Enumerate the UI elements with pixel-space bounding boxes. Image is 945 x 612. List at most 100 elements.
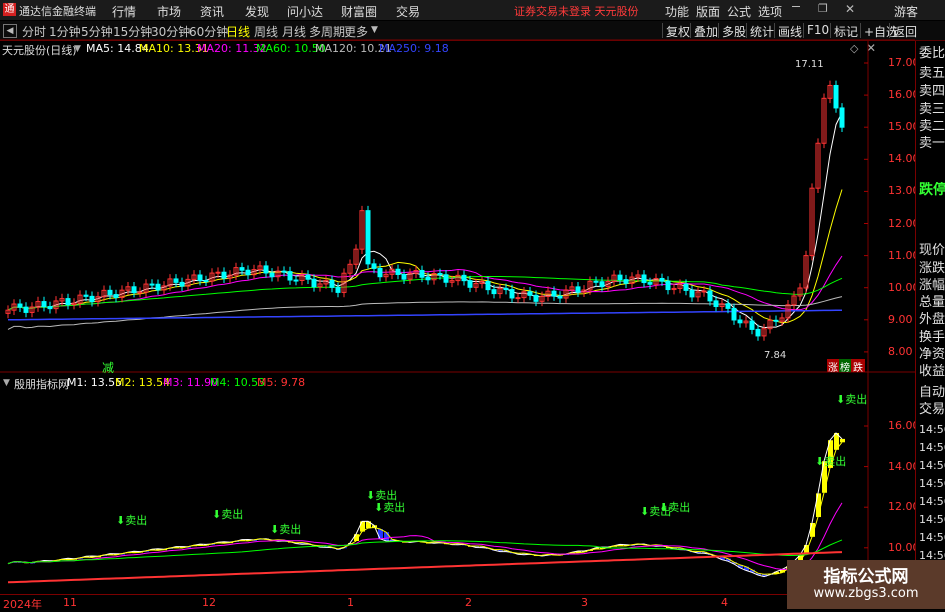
candle-body [149, 283, 155, 286]
candle-body [89, 295, 95, 303]
candle-body [377, 267, 383, 278]
candle-body [113, 294, 119, 299]
candle-body [575, 286, 581, 293]
candle-body [515, 297, 521, 300]
candle-body [557, 295, 563, 299]
sidebar-sell5: 卖五 [919, 66, 945, 81]
candle-body [617, 274, 623, 281]
watermark-banner: 指标公式网 www.zbgs3.com [787, 560, 945, 609]
candle-body [287, 271, 293, 281]
candle-body [83, 294, 89, 297]
candle-body [731, 307, 737, 321]
candle-body [305, 274, 311, 280]
candle-body [131, 286, 137, 294]
sell-signal: ⬇卖出 [836, 393, 868, 406]
candle-body [593, 280, 599, 283]
sidebar-time: 14:56 [919, 459, 945, 472]
candle-body [215, 271, 221, 274]
candle-body [503, 287, 509, 291]
ma250-line [7, 309, 843, 321]
xaxis-label: 12 [202, 596, 216, 609]
candle-body [707, 290, 713, 302]
sidebar-limit-status: 跌停 [919, 182, 945, 198]
candle-body [443, 274, 449, 283]
candle-body [197, 274, 203, 282]
candle-body [365, 210, 371, 265]
candle-body [179, 281, 185, 287]
xaxis-label: 11 [63, 596, 77, 609]
price-axis-label: 9.00 [888, 312, 913, 326]
candle-body [107, 289, 113, 296]
sidebar-change: 涨跌 [919, 261, 945, 276]
date-axis [0, 594, 914, 610]
sidebar-earnings: 收益 [919, 364, 945, 379]
candle-body [203, 280, 209, 283]
sidebar-ratio: 委比 [919, 46, 945, 61]
ma5-line [7, 112, 843, 329]
candle-body [335, 286, 341, 293]
watermark-title: 指标公式网 [823, 567, 909, 587]
low-price-label: 7.84 [764, 350, 787, 361]
sidebar-volume: 总量 [919, 295, 945, 310]
candle-body [281, 270, 287, 273]
candle-body [173, 278, 179, 283]
candle-body [467, 280, 473, 288]
candle-body [833, 84, 839, 109]
candle-body [137, 291, 143, 294]
candle-body [23, 306, 29, 313]
candle-body [623, 279, 629, 284]
sidebar-time: 14:56 [919, 495, 945, 508]
candle-body [533, 294, 539, 302]
candle-body [401, 273, 407, 280]
sidebar-sell3: 卖三 [919, 102, 945, 117]
candle-body [485, 280, 491, 291]
sidebar-sell4: 卖四 [919, 84, 945, 99]
sell-signal: ⬇卖出 [374, 501, 406, 514]
candle-body [371, 263, 377, 269]
candle-body [599, 281, 605, 288]
sidebar-time: 14:56 [919, 513, 945, 526]
candle-body [425, 276, 431, 281]
price-axis-label: 8.00 [888, 344, 913, 358]
candle-body [461, 274, 467, 282]
sidebar-auto[interactable]: 自动 [919, 385, 945, 401]
sidebar-change-pct: 涨幅 [919, 278, 945, 293]
candle-body [437, 273, 443, 276]
sidebar-time: 14:56 [919, 423, 945, 436]
candle-body [221, 271, 227, 279]
xaxis-label: 2 [465, 596, 472, 609]
sidebar-time: 14:56 [919, 441, 945, 454]
candle-body [263, 265, 269, 274]
xaxis-label: 1 [347, 596, 354, 609]
sidebar-outer: 外盘 [919, 312, 945, 327]
candle-body [245, 269, 251, 276]
candle-body [41, 301, 47, 308]
candle-body [17, 303, 23, 308]
sidebar-time: 14:56 [919, 531, 945, 544]
sidebar-price: 现价 [919, 243, 945, 258]
candle-body [65, 298, 71, 306]
sell-signal: ⬇卖出 [212, 508, 244, 521]
sidebar-sell2: 卖二 [919, 119, 945, 134]
candle-body [689, 289, 695, 298]
candle-body [527, 291, 533, 296]
candle-body [509, 289, 515, 299]
candle-body [725, 303, 731, 309]
candle-body [155, 283, 161, 291]
sell-signal: ⬇卖出 [270, 523, 302, 536]
candle-body [665, 280, 671, 291]
xaxis-label: 3 [581, 596, 588, 609]
sidebar-trade[interactable]: 交易 [919, 402, 945, 418]
sidebar-time: 14:56 [919, 477, 945, 490]
candle-body [329, 279, 335, 288]
up-limit-badge: 涨 [827, 359, 839, 374]
candle-body [641, 274, 647, 284]
candle-body [551, 290, 557, 297]
candle-body [239, 267, 245, 271]
candle-body [839, 107, 845, 128]
candle-body [419, 269, 425, 278]
candle-body [395, 268, 401, 275]
sidebar-sell1: 卖一 [919, 136, 945, 151]
candle-body [755, 328, 761, 337]
candle-body [737, 319, 743, 324]
